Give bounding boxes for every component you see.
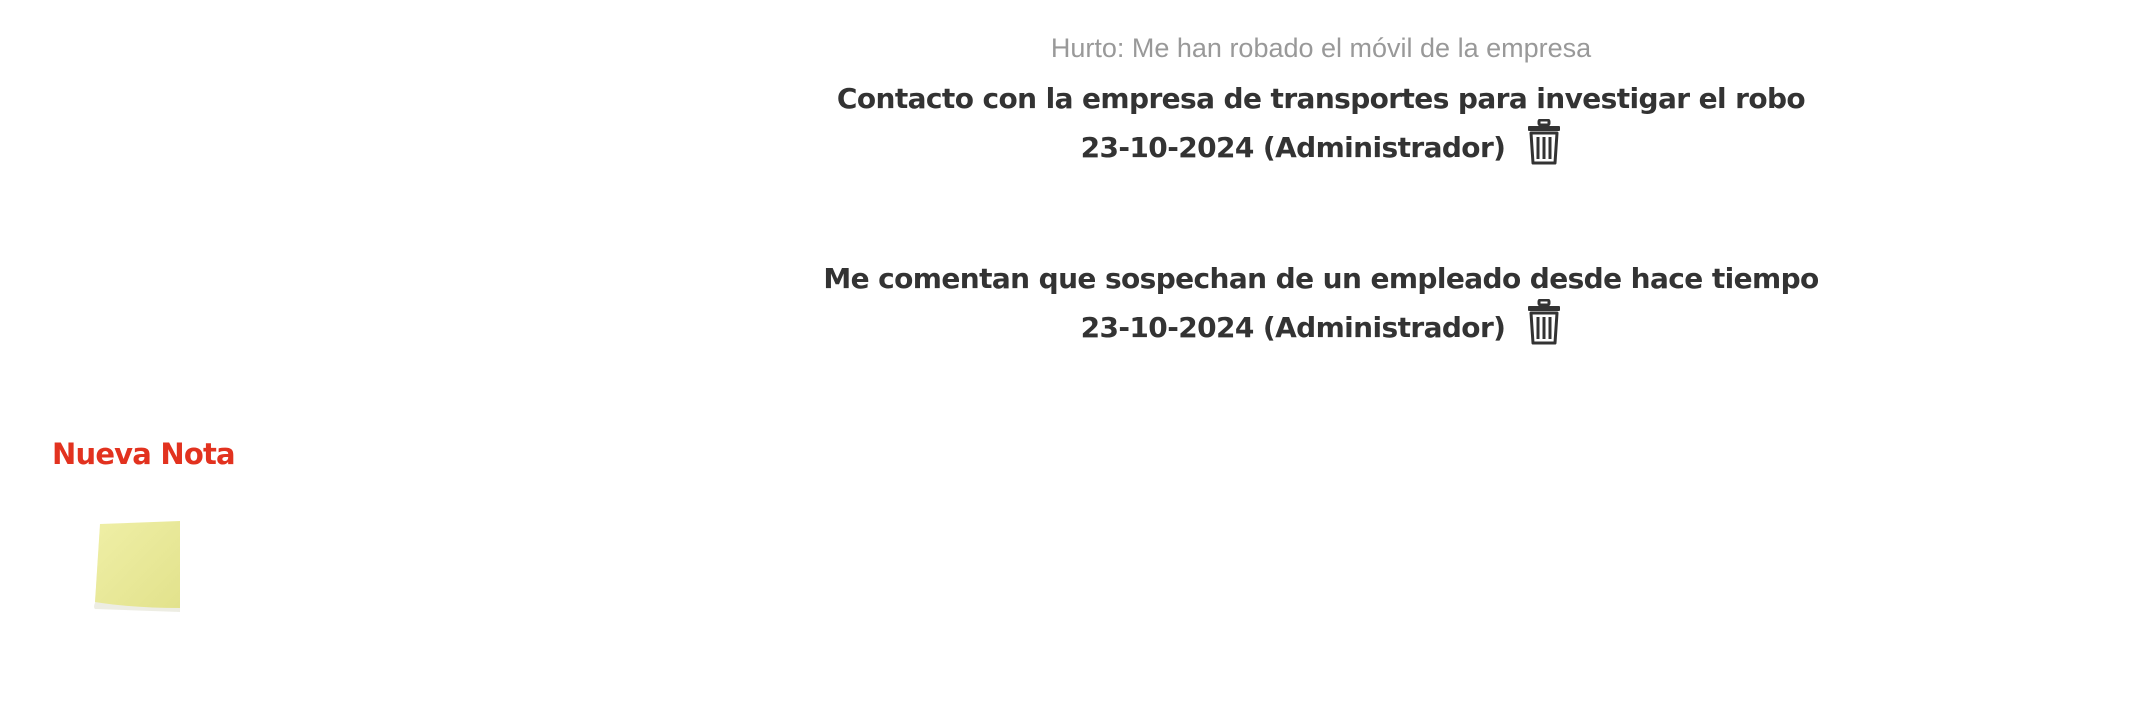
ticket-notes-page: Hurto: Me han robado el móvil de la empr…: [0, 0, 2130, 728]
trash-icon[interactable]: [1527, 119, 1561, 165]
note-item: Contacto con la empresa de transportes p…: [0, 75, 2130, 173]
ticket-subject: Hurto: Me han robado el móvil de la empr…: [1050, 33, 1592, 63]
note-date-author: 23-10-2024 (Administrador): [1080, 311, 1506, 344]
note-meta: 23-10-2024 (Administrador): [1080, 299, 1562, 353]
sticky-note-icon[interactable]: [92, 520, 182, 612]
note-item: Me comentan que sospechan de un empleado…: [0, 255, 2130, 353]
trash-icon[interactable]: [1527, 299, 1561, 345]
note-text: Me comentan que sospechan de un empleado…: [823, 262, 1819, 295]
note-text: Contacto con la empresa de transportes p…: [836, 82, 1806, 115]
note-meta: 23-10-2024 (Administrador): [1080, 119, 1562, 173]
new-note-title[interactable]: Nueva Nota: [52, 437, 236, 471]
note-date-author: 23-10-2024 (Administrador): [1080, 131, 1506, 164]
